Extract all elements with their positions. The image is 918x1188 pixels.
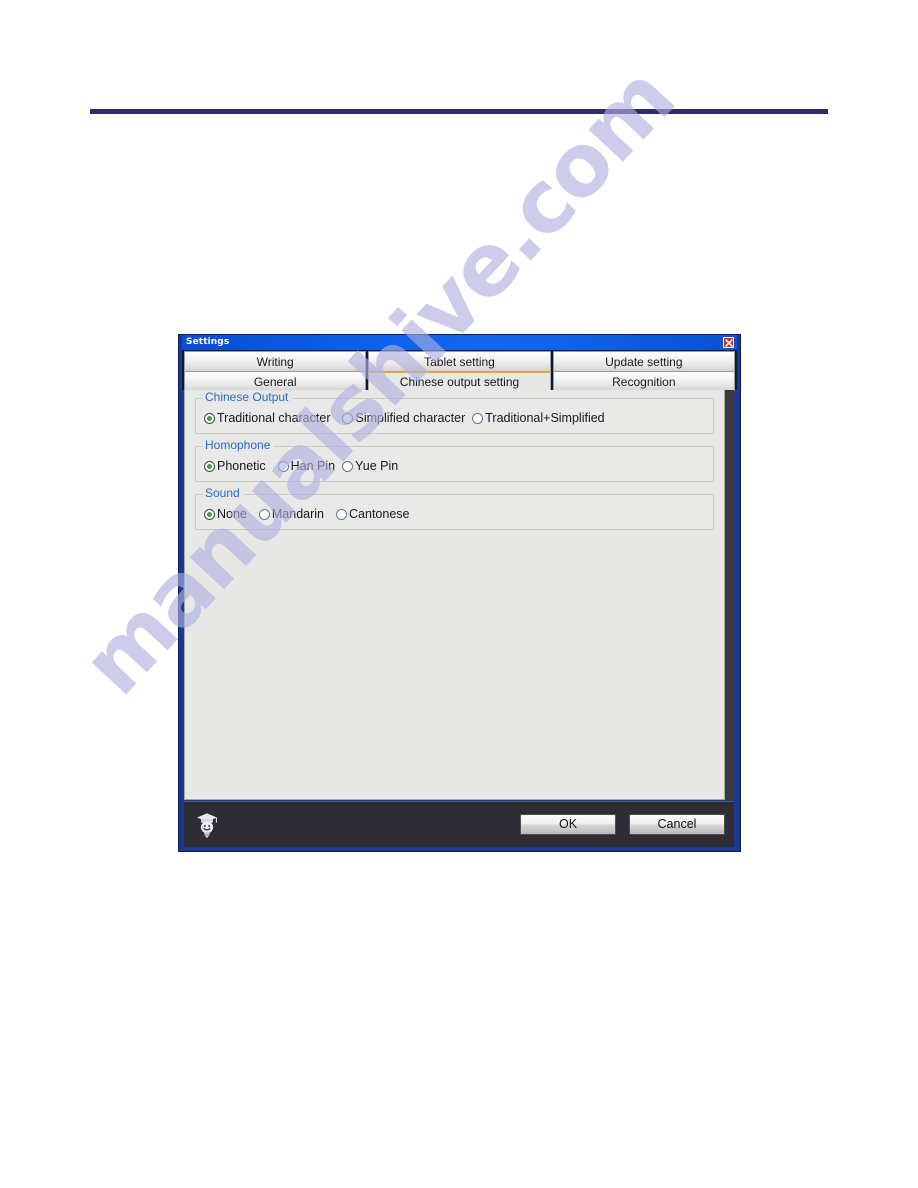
group-chinese-output: Chinese Output Traditional character Sim…: [195, 391, 714, 434]
group-legend-sound: Sound: [203, 487, 244, 499]
tab-row-bottom: General Chinese output setting Recogniti…: [182, 371, 737, 391]
tab-chinese-output-setting[interactable]: Chinese output setting: [368, 371, 551, 391]
settings-dialog: Settings Writing Tablet setting Update s…: [178, 334, 741, 852]
radio-indicator[interactable]: [204, 460, 215, 472]
radio-indicator[interactable]: [258, 508, 270, 520]
radio-indicator[interactable]: [277, 460, 289, 472]
radio-traditional-plus-simplified[interactable]: Traditional+Simplified: [472, 411, 605, 425]
radio-indicator[interactable]: [342, 412, 354, 424]
dialog-titlebar[interactable]: Settings: [182, 335, 737, 350]
radio-label: Traditional+Simplified: [485, 411, 605, 425]
radio-group-homophone: Phonetic Han Pin Yue Pin: [204, 459, 705, 473]
tab-recognition[interactable]: Recognition: [552, 371, 735, 391]
radio-label: None: [217, 507, 247, 521]
radio-indicator[interactable]: [204, 508, 215, 520]
tab-strip: Writing Tablet setting Update setting Ge…: [182, 350, 737, 391]
tab-general[interactable]: General: [184, 371, 367, 391]
radio-label: Traditional character: [217, 411, 331, 425]
radio-indicator[interactable]: [336, 508, 348, 520]
radio-phonetic[interactable]: Phonetic: [204, 459, 266, 473]
tab-row-top: Writing Tablet setting Update setting: [182, 350, 737, 371]
radio-yue-pin[interactable]: Yue Pin: [342, 459, 398, 473]
dialog-footer: OK Cancel: [184, 801, 734, 847]
radio-none[interactable]: None: [204, 507, 247, 521]
radio-indicator[interactable]: [204, 412, 215, 424]
radio-indicator[interactable]: [472, 412, 484, 424]
radio-group-chinese-output: Traditional character Simplified charact…: [204, 411, 705, 425]
tab-content-panel: Chinese Output Traditional character Sim…: [184, 390, 725, 800]
group-legend-homophone: Homophone: [203, 439, 275, 451]
dialog-inner-frame: Settings Writing Tablet setting Update s…: [182, 335, 737, 848]
radio-group-sound: None Mandarin Cantonese: [204, 507, 705, 521]
radio-traditional-character[interactable]: Traditional character: [204, 411, 330, 425]
radio-cantonese[interactable]: Cantonese: [336, 507, 409, 521]
group-sound: Sound None Mandarin Cantonese: [195, 487, 714, 530]
radio-label: Cantonese: [349, 507, 410, 521]
content-right-rail: [725, 390, 734, 800]
tab-update-setting[interactable]: Update setting: [552, 351, 735, 371]
tab-tablet-setting[interactable]: Tablet setting: [368, 351, 551, 371]
radio-han-pin[interactable]: Han Pin: [277, 459, 336, 473]
lightbulb-graduate-icon: [195, 811, 219, 839]
radio-label: Simplified character: [355, 411, 466, 425]
dialog-title: Settings: [186, 337, 230, 347]
group-legend-chinese-output: Chinese Output: [203, 391, 293, 403]
radio-label: Phonetic: [217, 459, 266, 473]
radio-label: Han Pin: [290, 459, 336, 473]
group-homophone: Homophone Phonetic Han Pin Yue Pin: [195, 439, 714, 482]
close-icon[interactable]: [723, 337, 734, 348]
radio-simplified-character[interactable]: Simplified character: [342, 411, 465, 425]
radio-indicator[interactable]: [342, 460, 354, 472]
cancel-button[interactable]: Cancel: [629, 814, 725, 835]
tab-writing[interactable]: Writing: [184, 351, 367, 371]
radio-label: Yue Pin: [355, 459, 399, 473]
page-header-rule: [90, 109, 828, 114]
radio-label: Mandarin: [271, 507, 325, 521]
ok-button[interactable]: OK: [520, 814, 616, 835]
radio-mandarin[interactable]: Mandarin: [258, 507, 325, 521]
